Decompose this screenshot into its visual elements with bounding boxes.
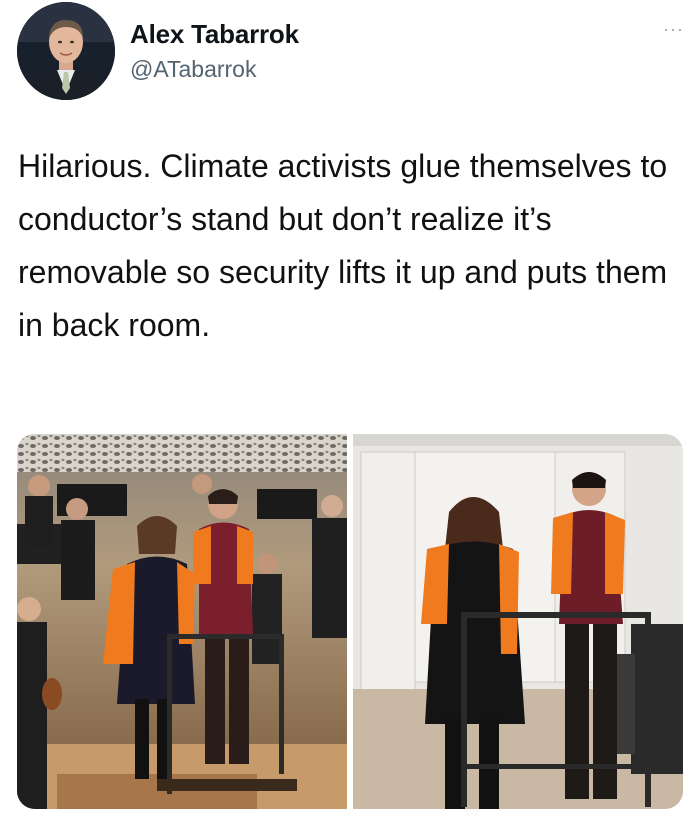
more-options-icon[interactable]: ··· <box>663 20 684 38</box>
concert-hall-photo[interactable] <box>17 434 347 809</box>
author-display-name[interactable]: Alex Tabarrok <box>130 19 299 50</box>
avatar[interactable] <box>17 2 115 100</box>
tweet-card: Alex Tabarrok @ATabarrok ··· Hilarious. … <box>0 0 700 817</box>
tweet-text: Hilarious. Climate activists glue themse… <box>18 148 668 343</box>
profile-photo-icon <box>17 2 115 100</box>
back-room-photo[interactable] <box>353 434 683 809</box>
author-handle[interactable]: @ATabarrok <box>130 56 256 83</box>
tweet-media <box>17 434 683 809</box>
